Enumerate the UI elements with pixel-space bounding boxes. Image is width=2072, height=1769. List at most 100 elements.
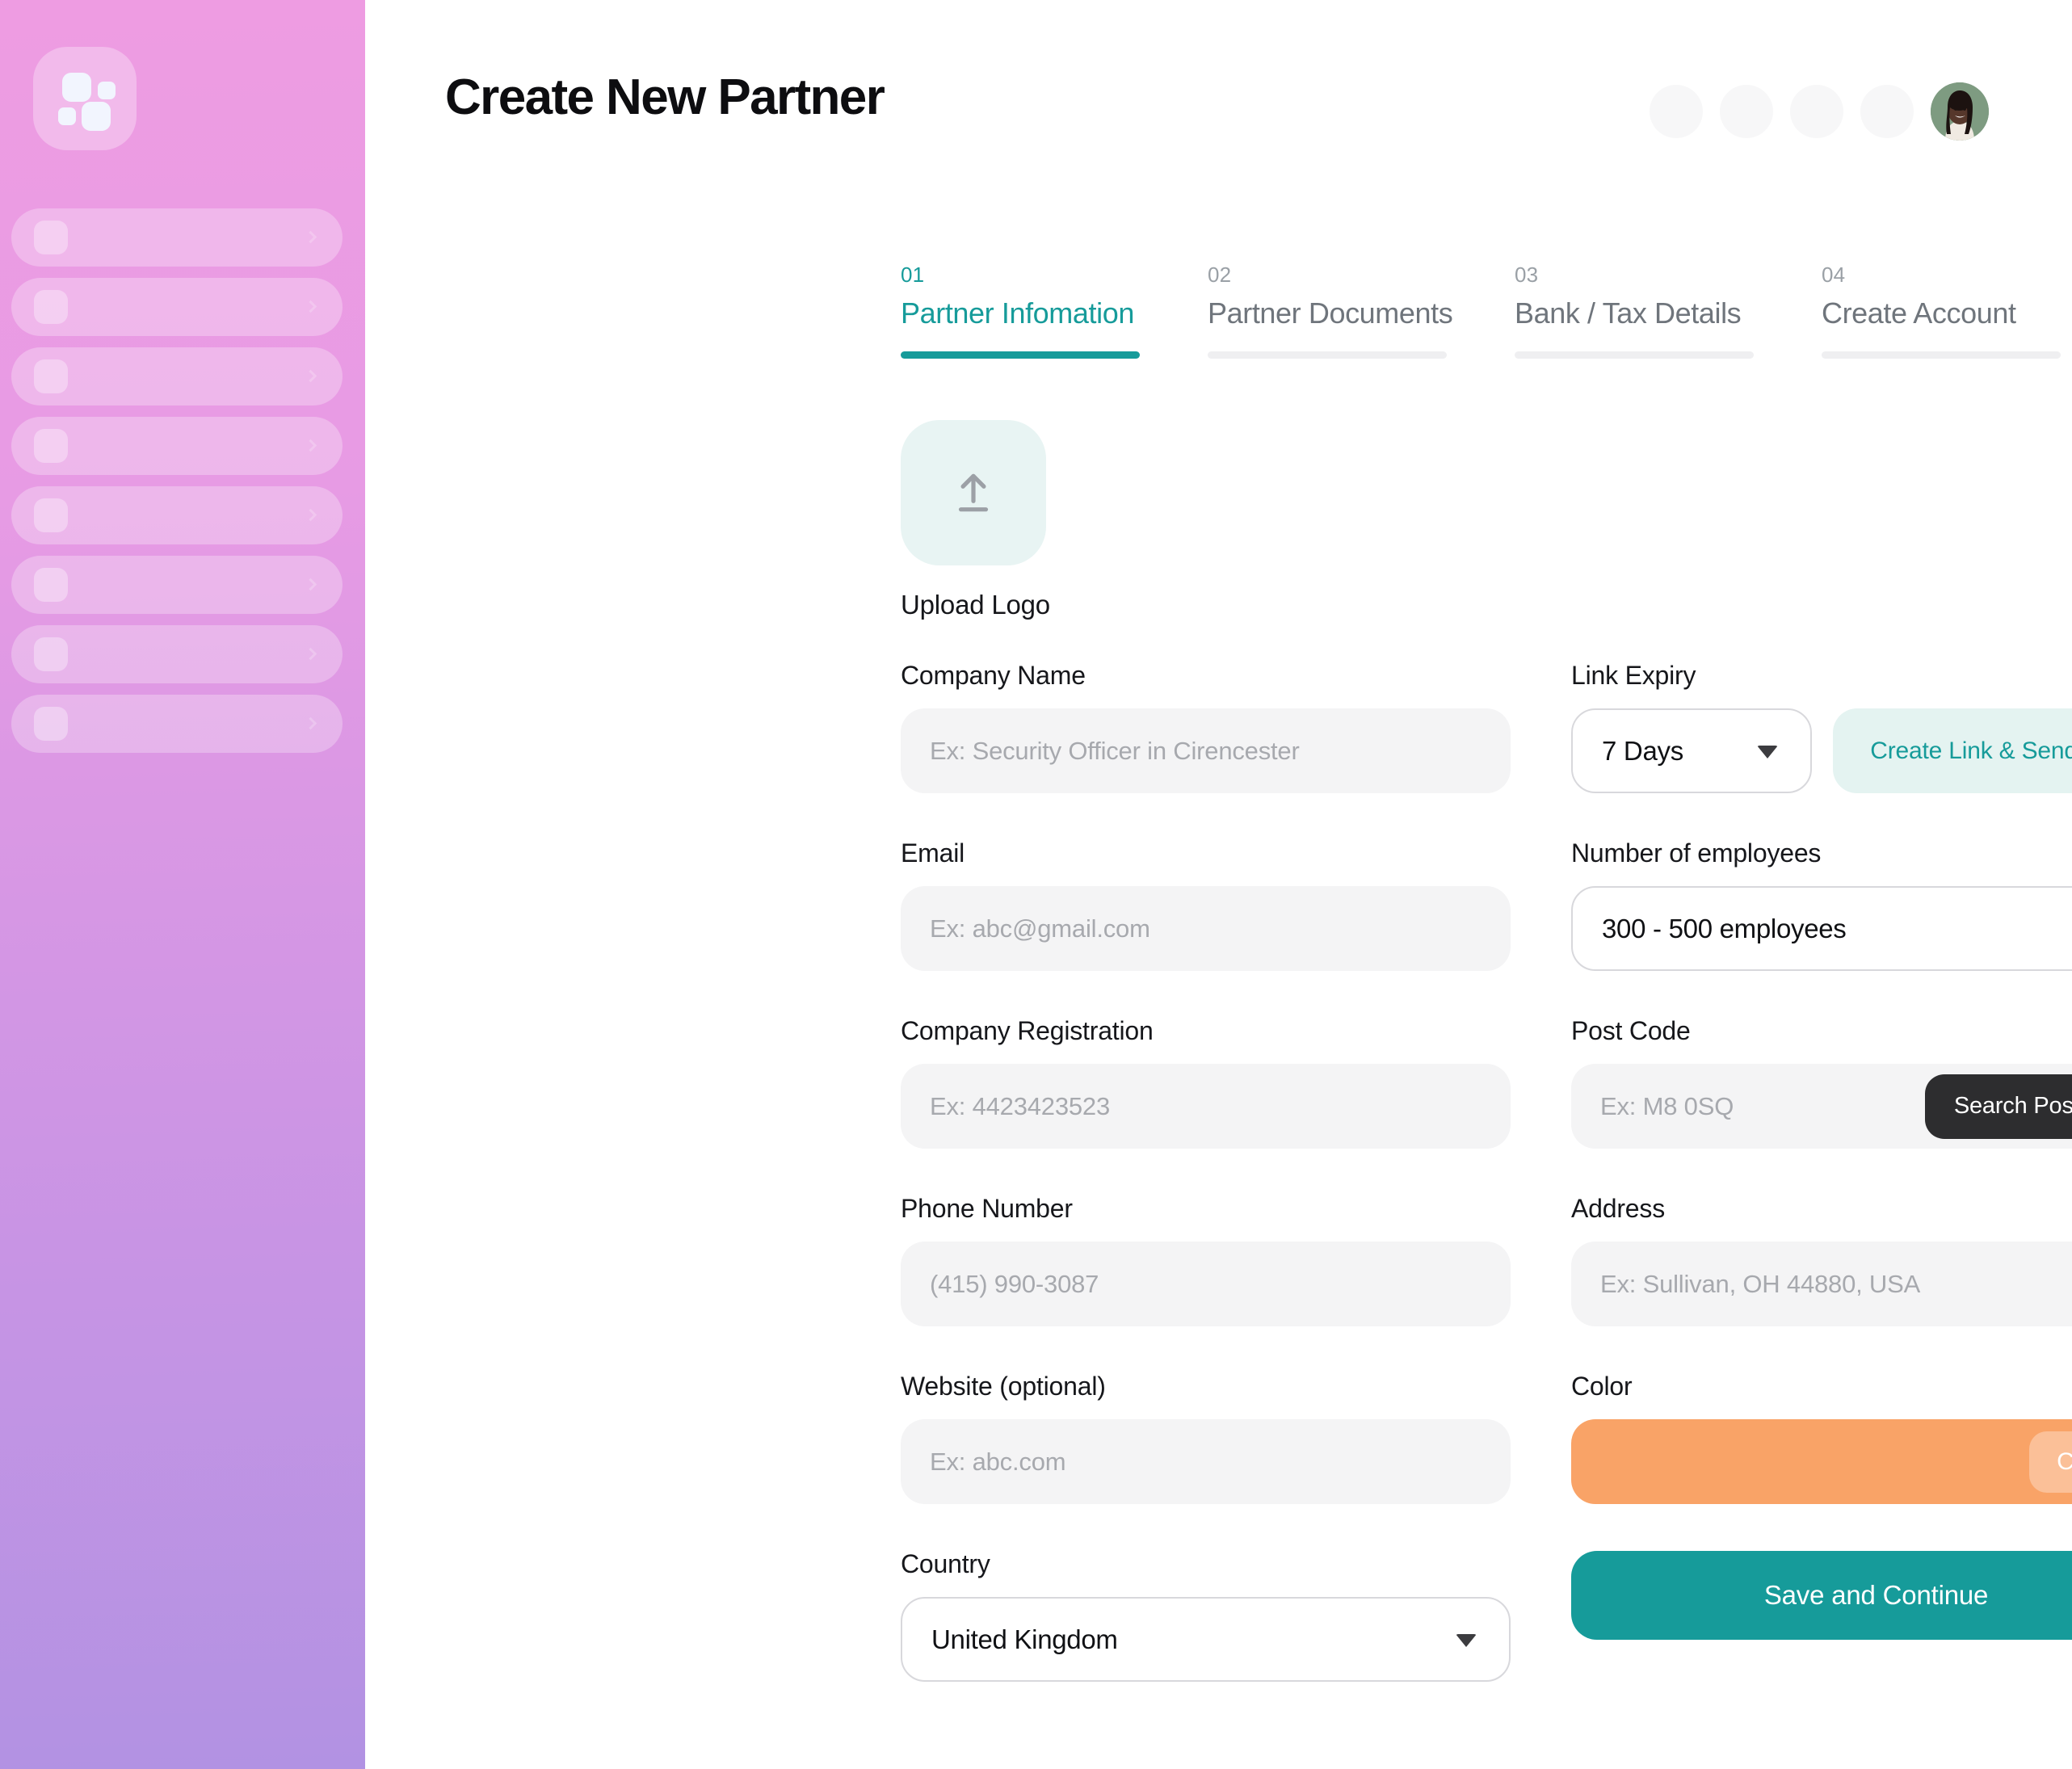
email-placeholder: Ex: abc@gmail.com <box>930 914 1150 943</box>
form-column-left: Company Name Ex: Security Officer in Cir… <box>901 661 1511 1727</box>
form-column-right: Link Expiry 7 Days Create Link & Send Em… <box>1571 661 2072 1640</box>
email-input[interactable]: Ex: abc@gmail.com <box>901 886 1511 971</box>
chevron-right-icon <box>304 578 317 591</box>
sidebar-item-6[interactable] <box>11 556 343 614</box>
save-and-continue-button[interactable]: Save and Continue <box>1571 1551 2072 1640</box>
topbar-action-3[interactable] <box>1790 85 1843 138</box>
sidebar-item-label <box>89 300 294 313</box>
step-label: Partner Documents <box>1208 296 1453 330</box>
chevron-down-icon <box>1456 1633 1477 1647</box>
employees-value: 300 - 500 employees <box>1602 913 1847 943</box>
sidebar-nav <box>0 208 365 764</box>
sidebar-item-label <box>89 648 294 661</box>
upload-arrow-icon <box>958 473 989 512</box>
company-name-input[interactable]: Ex: Security Officer in Cirencester <box>901 708 1511 793</box>
upload-logo-button[interactable] <box>901 420 1046 565</box>
main-content: Create New Partner 01 Partner Infomation <box>365 0 2072 1769</box>
post-code-input[interactable]: Ex: M8 0SQ Search Post Code <box>1571 1064 2072 1149</box>
logo-square-small-right <box>98 82 116 99</box>
field-color: Color Change <box>1571 1372 2072 1504</box>
address-input[interactable]: Ex: Sullivan, OH 44880, USA <box>1571 1242 2072 1326</box>
phone-number-input[interactable]: (415) 990-3087 <box>901 1242 1511 1326</box>
step-label: Partner Infomation <box>901 296 1134 330</box>
avatar[interactable] <box>1931 82 1989 141</box>
website-label: Website (optional) <box>901 1372 1106 1401</box>
topbar: Create New Partner <box>365 0 2072 186</box>
employees-select[interactable]: 300 - 500 employees <box>1571 886 2072 971</box>
step-number: 02 <box>1208 263 1232 287</box>
sidebar-item-icon <box>34 429 68 463</box>
field-employees: Number of employees 300 - 500 employees <box>1571 838 2072 971</box>
sidebar-item-3[interactable] <box>11 347 343 405</box>
sidebar-item-1[interactable] <box>11 208 343 267</box>
step-label: Create Account <box>1822 296 2016 330</box>
website-placeholder: Ex: abc.com <box>930 1447 1066 1476</box>
topbar-action-2[interactable] <box>1720 85 1773 138</box>
topbar-action-4[interactable] <box>1860 85 1914 138</box>
company-registration-label: Company Registration <box>901 1016 1154 1045</box>
sidebar-item-8[interactable] <box>11 695 343 753</box>
step-tabs: 01 Partner Infomation 02 Partner Documents 0… <box>901 263 2072 359</box>
sidebar-item-5[interactable] <box>11 486 343 544</box>
page-title: Create New Partner <box>445 69 885 125</box>
step-underline <box>1208 351 1447 359</box>
sidebar-item-7[interactable] <box>11 625 343 683</box>
link-expiry-row: 7 Days Create Link & Send Email <box>1571 708 2072 793</box>
topbar-actions <box>1650 82 1989 141</box>
country-value: United Kingdom <box>931 1624 1118 1654</box>
upload-logo-label: Upload Logo <box>901 590 1050 620</box>
step-number: 03 <box>1515 263 1539 287</box>
company-name-placeholder: Ex: Security Officer in Cirencester <box>930 736 1300 765</box>
link-expiry-value: 7 Days <box>1602 735 1683 766</box>
tab-step-03[interactable]: 03 Bank / Tax Details <box>1515 263 1822 359</box>
tab-step-04[interactable]: 04 Create Account <box>1822 263 2072 359</box>
step-label: Bank / Tax Details <box>1515 296 1742 330</box>
chevron-right-icon <box>304 647 317 661</box>
company-name-label: Company Name <box>901 661 1086 690</box>
logo-square-large-bottom <box>82 102 111 131</box>
logo-square-large-top <box>62 73 91 102</box>
sidebar-item-4[interactable] <box>11 417 343 475</box>
chevron-down-icon <box>1757 745 1779 758</box>
sidebar-item-2[interactable] <box>11 278 343 336</box>
app-root: Create New Partner 01 Partner Infomation <box>0 0 2072 1769</box>
field-address: Address Ex: Sullivan, OH 44880, USA <box>1571 1194 2072 1326</box>
tab-step-02[interactable]: 02 Partner Documents <box>1208 263 1515 359</box>
sidebar-item-label <box>89 370 294 383</box>
topbar-action-1[interactable] <box>1650 85 1703 138</box>
step-underline <box>1515 351 1754 359</box>
address-placeholder: Ex: Sullivan, OH 44880, USA <box>1600 1269 1921 1298</box>
create-link-send-email-button[interactable]: Create Link & Send Email <box>1833 708 2072 793</box>
search-post-code-button[interactable]: Search Post Code <box>1924 1074 2072 1139</box>
chevron-right-icon <box>304 508 317 522</box>
sidebar-item-icon <box>34 290 68 324</box>
field-phone-number: Phone Number (415) 990-3087 <box>901 1194 1511 1326</box>
field-company-registration: Company Registration Ex: 4423423523 <box>901 1016 1511 1149</box>
field-email: Email Ex: abc@gmail.com <box>901 838 1511 971</box>
sidebar-item-icon <box>34 637 68 671</box>
country-select[interactable]: United Kingdom <box>901 1597 1511 1682</box>
chevron-right-icon <box>304 439 317 452</box>
four-squares-logo-icon[interactable] <box>33 47 137 150</box>
address-label: Address <box>1571 1194 1665 1223</box>
sidebar-item-icon <box>34 498 68 532</box>
sidebar-item-icon <box>34 707 68 741</box>
tab-step-01[interactable]: 01 Partner Infomation <box>901 263 1208 359</box>
phone-number-label: Phone Number <box>901 1194 1073 1223</box>
email-label: Email <box>901 838 965 868</box>
step-number: 01 <box>901 263 925 287</box>
sidebar-item-label <box>89 439 294 452</box>
color-swatch[interactable]: Change <box>1571 1419 2072 1504</box>
company-registration-input[interactable]: Ex: 4423423523 <box>901 1064 1511 1149</box>
post-code-label: Post Code <box>1571 1016 1691 1045</box>
employees-label: Number of employees <box>1571 838 1822 868</box>
post-code-placeholder: Ex: M8 0SQ <box>1600 1091 1734 1120</box>
sidebar-item-icon <box>34 568 68 602</box>
avatar-photo <box>1931 82 1989 141</box>
chevron-right-icon <box>304 369 317 383</box>
sidebar <box>0 0 365 1769</box>
country-label: Country <box>901 1549 990 1578</box>
website-input[interactable]: Ex: abc.com <box>901 1419 1511 1504</box>
link-expiry-select[interactable]: 7 Days <box>1571 708 1813 793</box>
change-color-button[interactable]: Change <box>2029 1431 2072 1493</box>
